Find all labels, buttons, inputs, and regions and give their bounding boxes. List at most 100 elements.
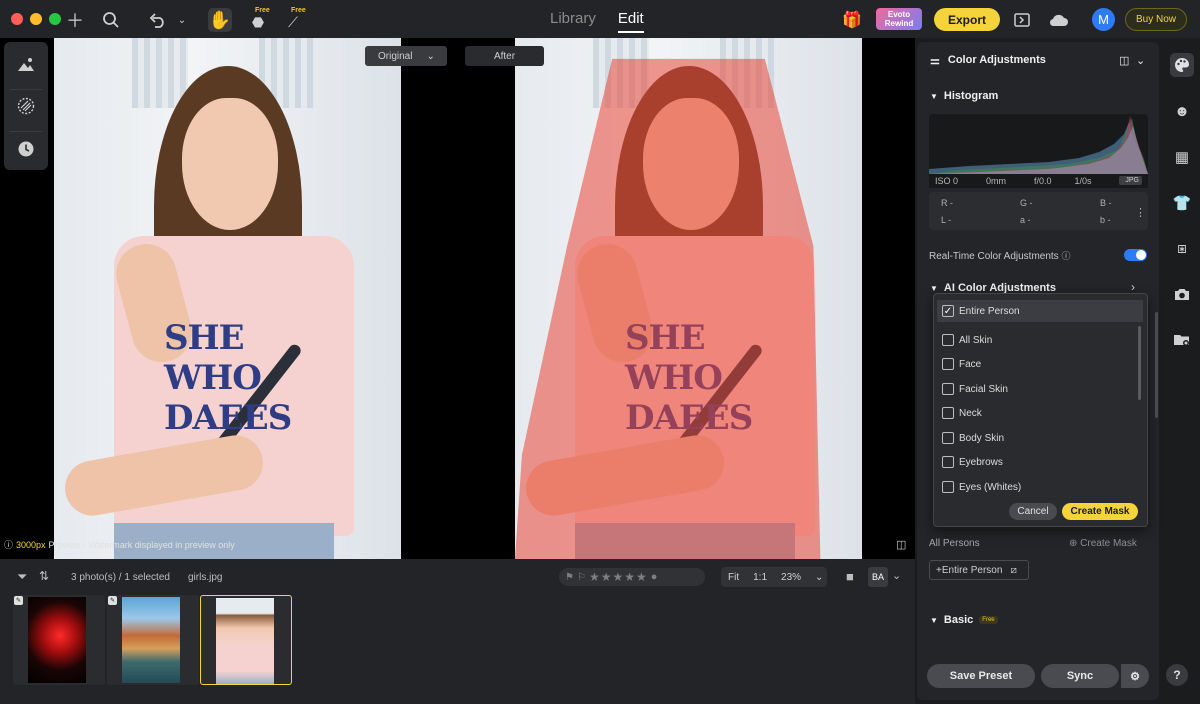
- mask-option-entire-person[interactable]: ✓ Entire Person: [937, 300, 1143, 322]
- mask-option-label: Body Skin: [959, 432, 1005, 444]
- more-options-icon[interactable]: ⋮: [1135, 206, 1146, 219]
- single-view-icon[interactable]: ■: [846, 569, 854, 584]
- undo-history-chevron-icon[interactable]: ⌄: [170, 8, 194, 32]
- zoom-level[interactable]: 23%: [774, 572, 808, 583]
- checkbox-icon[interactable]: [942, 432, 954, 444]
- export-button[interactable]: Export: [934, 8, 1000, 31]
- mask-option-face[interactable]: Face: [942, 353, 1142, 375]
- buy-now-button[interactable]: Buy Now: [1125, 8, 1187, 31]
- format-tag: JPG: [1119, 176, 1142, 185]
- edit-mask-icon[interactable]: ⧄: [1010, 565, 1016, 576]
- tab-library[interactable]: Library: [550, 10, 596, 27]
- thumbnail-building[interactable]: ✎: [107, 595, 199, 685]
- evoto-app-window: ＋ ⌄ ✋ ⬣ Free ⟋ Free Library Edit 🎁 Evoto…: [0, 0, 1200, 704]
- close-window-button[interactable]: [11, 13, 23, 25]
- collapse-triangle-icon: ▼: [930, 283, 938, 293]
- portrait-adjust-icon[interactable]: [14, 52, 38, 76]
- edited-pencil-icon: ✎: [14, 596, 23, 605]
- history-clock-icon[interactable]: [14, 137, 38, 161]
- help-button[interactable]: ?: [1166, 664, 1188, 686]
- create-mask-button[interactable]: Create Mask: [1062, 503, 1138, 520]
- panel-scrollbar[interactable]: [1155, 312, 1158, 418]
- palette-icon[interactable]: [1170, 53, 1194, 77]
- help-circle-icon[interactable]: ⓘ: [1061, 251, 1070, 261]
- plus-circle-icon: ⊕: [1069, 538, 1078, 549]
- panel-layout-icon[interactable]: ◫: [1119, 54, 1129, 67]
- preview-size: 3000px: [16, 539, 46, 550]
- color-label-icon[interactable]: ●: [651, 571, 658, 583]
- export-panel-icon[interactable]: [1010, 8, 1034, 32]
- photo-count: 3 photo(s) / 1 selected: [71, 572, 170, 583]
- checkbox-icon[interactable]: [942, 456, 954, 468]
- face-retouch-icon[interactable]: ☻: [1170, 99, 1194, 123]
- crop-icon[interactable]: ⧆: [1170, 236, 1194, 260]
- folder-settings-icon[interactable]: [1170, 328, 1194, 352]
- cloud-icon[interactable]: [1047, 8, 1071, 32]
- camera-icon[interactable]: [1170, 282, 1194, 306]
- split-view-icon[interactable]: ◫: [896, 538, 906, 551]
- add-icon[interactable]: ＋: [63, 8, 87, 32]
- all-persons-label: All Persons: [929, 538, 980, 549]
- hand-tool-icon[interactable]: ✋: [208, 8, 232, 32]
- background-icon[interactable]: ▦: [1170, 145, 1194, 169]
- create-mask-link[interactable]: ⊕ Create Mask: [1069, 538, 1137, 549]
- filter-icon[interactable]: ⏷: [17, 569, 27, 585]
- minimize-window-button[interactable]: [30, 13, 42, 25]
- maximize-window-button[interactable]: [49, 13, 61, 25]
- exif-shutter: 1/0s: [1074, 176, 1092, 186]
- sort-icon[interactable]: ⇅: [39, 569, 49, 583]
- star-rating[interactable]: ★★★★★: [589, 570, 648, 584]
- collapse-triangle-icon: ▼: [930, 91, 938, 101]
- mask-option-neck[interactable]: Neck: [942, 402, 1142, 424]
- portrait-subject: SHE WHO DAEES: [54, 38, 401, 559]
- mask-option-eyebrows[interactable]: Eyebrows: [942, 451, 1142, 473]
- exif-iso: ISO 0: [935, 176, 959, 186]
- gift-box-icon[interactable]: 🎁: [840, 8, 864, 32]
- dropdown-scrollbar[interactable]: [1138, 326, 1141, 400]
- cancel-button[interactable]: Cancel: [1009, 503, 1057, 520]
- mask-option-facial-skin[interactable]: Facial Skin: [942, 378, 1142, 400]
- lab-l-value: L -: [941, 215, 952, 225]
- user-avatar[interactable]: M: [1092, 8, 1115, 31]
- checkbox-icon[interactable]: [942, 334, 954, 346]
- sync-button[interactable]: Sync: [1041, 664, 1119, 688]
- filmstrip-toolbar: ⏷ ⇅ 3 photo(s) / 1 selected girls.jpg ⚑ …: [0, 559, 915, 595]
- clothing-icon[interactable]: 👕: [1170, 191, 1194, 215]
- thumbnail-spiral[interactable]: ✎: [13, 595, 105, 685]
- histogram-section-header[interactable]: ▼ Histogram: [930, 90, 998, 102]
- mask-option-body-skin[interactable]: Body Skin: [942, 427, 1142, 449]
- zoom-fit-button[interactable]: Fit: [721, 572, 746, 583]
- preview-watermark-note: ⓘ 3000px Preview - Watermark displayed i…: [4, 538, 235, 551]
- chevron-down-icon[interactable]: ⌄: [892, 569, 901, 582]
- image-canvas[interactable]: SHE WHO DAEES SHE WHO: [0, 38, 915, 559]
- checkbox-icon[interactable]: [942, 358, 954, 370]
- checkbox-icon[interactable]: [942, 407, 954, 419]
- flag-icon[interactable]: ⚑: [565, 572, 574, 583]
- reject-flag-icon[interactable]: ⚐: [577, 572, 586, 583]
- thumbnail-girl-selected[interactable]: [200, 595, 292, 685]
- checkbox-icon[interactable]: [942, 383, 954, 395]
- chevron-down-icon[interactable]: ⌄: [808, 572, 830, 583]
- search-icon[interactable]: [99, 8, 123, 32]
- entire-person-mask-chip[interactable]: +Entire Person ⧄: [929, 560, 1029, 580]
- lab-b-value: b -: [1100, 215, 1111, 225]
- zoom-1to1-button[interactable]: 1:1: [746, 572, 774, 583]
- undo-icon[interactable]: [146, 8, 170, 32]
- compare-mode-label: Original: [378, 50, 413, 62]
- mask-option-eyes-whites[interactable]: Eyes (Whites): [942, 476, 1142, 498]
- sync-settings-icon[interactable]: ⚙: [1121, 664, 1149, 688]
- save-preset-button[interactable]: Save Preset: [927, 664, 1035, 688]
- tab-edit[interactable]: Edit: [617, 10, 644, 33]
- batch-mask-icon[interactable]: [14, 94, 38, 118]
- chevron-down-icon[interactable]: ⌄: [1136, 54, 1145, 67]
- checkbox-checked-icon[interactable]: ✓: [942, 305, 954, 317]
- checkbox-icon[interactable]: [942, 481, 954, 493]
- evoto-rewind-badge[interactable]: Evoto Rewind: [876, 8, 922, 30]
- compare-mode-select[interactable]: Original ⌄: [365, 46, 447, 66]
- before-after-view-icon[interactable]: BA: [868, 567, 888, 587]
- basic-section-header[interactable]: ▼ Basic Free: [930, 614, 998, 626]
- realtime-toggle[interactable]: [1124, 249, 1147, 261]
- preview-note-text: Preview - Watermark displayed in preview…: [48, 539, 235, 550]
- chevron-right-icon[interactable]: ›: [1131, 280, 1135, 294]
- mask-option-all-skin[interactable]: All Skin: [942, 329, 1142, 351]
